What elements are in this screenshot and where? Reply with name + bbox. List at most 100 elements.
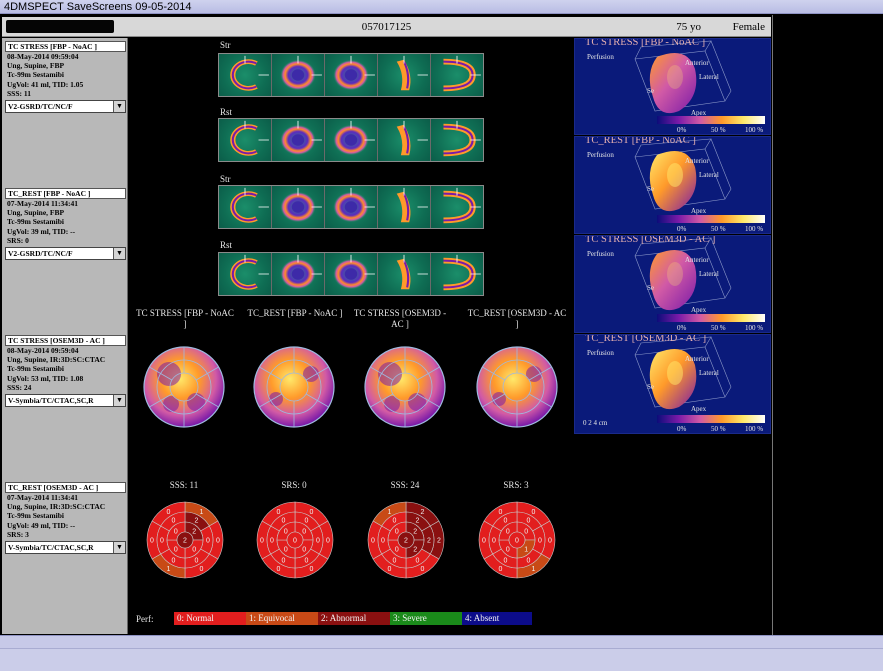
score-label: SSS: 24 (390, 480, 420, 490)
dropdown-arrow-icon[interactable]: ▼ (113, 101, 125, 113)
segment-score: 2 (192, 528, 196, 535)
dataset-label[interactable]: TC_REST [OSEM3D - AC ] (5, 482, 126, 493)
tomographic-slice[interactable] (431, 186, 483, 228)
patient-id: 057017125 (361, 21, 412, 33)
patient-header: 057017125 75 yo Female (2, 17, 771, 37)
segment-score: 2 (416, 518, 420, 525)
septal-label: Se (647, 383, 654, 391)
tomographic-slice[interactable] (325, 253, 378, 295)
slice-image (333, 120, 375, 156)
database-select[interactable]: V-Symbia/TC/CTAC,SC,R ▼ (5, 394, 126, 408)
tomographic-slice[interactable] (219, 54, 272, 96)
anterior-label: Anterior (685, 355, 709, 363)
septal-label: Se (647, 185, 654, 193)
perfusion-polar-map[interactable] (141, 344, 227, 430)
3d-view-rest-fbp[interactable]: TC_REST [FBP - NoAC ] Perfusion Anterior… (574, 136, 771, 234)
segment-score: 0 (310, 509, 314, 516)
segment-score: 0 (282, 557, 286, 564)
dataset-label[interactable]: TC_REST [FBP - NoAC ] (5, 188, 126, 199)
segment-score-map[interactable]: 00100000000001000 (477, 500, 557, 580)
tomographic-slice[interactable] (272, 119, 325, 161)
dropdown-arrow-icon[interactable]: ▼ (113, 395, 125, 407)
tomographic-slice[interactable] (219, 253, 272, 295)
tomographic-slice[interactable] (378, 186, 431, 228)
tomographic-slice[interactable] (431, 253, 483, 295)
dataset-card-rest-fbp: TC_REST [FBP - NoAC ] 07-May-2014 11:34:… (5, 188, 126, 261)
segment-score: 1 (388, 509, 392, 516)
window-title-bar: 4DMSPECT SaveScreens 09-05-2014 (0, 0, 883, 14)
tomographic-slice[interactable] (219, 119, 272, 161)
colorbar (657, 415, 765, 423)
tomographic-slice[interactable] (431, 54, 483, 96)
3d-view-stress-osem[interactable]: TC STRESS [OSEM3D - AC ] Perfusion Anter… (574, 235, 771, 333)
segment-score: 0 (527, 518, 531, 525)
segment-score: 2 (427, 538, 431, 545)
tomographic-slice[interactable] (431, 119, 483, 161)
dropdown-arrow-icon[interactable]: ▼ (113, 248, 125, 260)
slice-row-stress-2[interactable] (218, 185, 484, 229)
dataset-label[interactable]: TC STRESS [FBP - NoAC ] (5, 41, 126, 52)
tomographic-slice[interactable] (325, 186, 378, 228)
slice-image (443, 55, 481, 92)
segment-score: 0 (326, 538, 330, 545)
segment-score-map[interactable]: 10010020000020002 (145, 500, 225, 580)
score-label: SRS: 3 (503, 480, 529, 490)
legend-label: Perf: (136, 613, 154, 624)
database-select[interactable]: V2-GSRD/TC/NC/F ▼ (5, 100, 126, 114)
3d-panel-title: TC STRESS [FBP - NoAC ] (585, 38, 706, 48)
tomographic-slice[interactable] (272, 186, 325, 228)
slice-row-stress-1[interactable] (218, 53, 484, 97)
tomographic-slice[interactable] (219, 186, 272, 228)
segment-score: 0 (532, 509, 536, 516)
database-select[interactable]: V2-GSRD/TC/NC/F ▼ (5, 247, 126, 261)
slice-image (396, 187, 428, 223)
colorbar-tick: 100 % (745, 225, 764, 233)
segment-score: 0 (506, 547, 510, 554)
slice-row-rest-2[interactable] (218, 252, 484, 296)
perfusion-legend: Perf: 0: Normal 1: Equivocal 2: Abnormal… (128, 612, 532, 625)
segment-score: 0 (381, 538, 385, 545)
perfusion-polar-map[interactable] (251, 344, 337, 430)
slice-row-rest-1[interactable] (218, 118, 484, 162)
tomographic-slice[interactable] (325, 119, 378, 161)
dropdown-arrow-icon[interactable]: ▼ (113, 542, 125, 554)
slice-row-label: Rst (220, 107, 233, 117)
segment-score-map[interactable]: 22000122000022002 (366, 500, 446, 580)
segment-score: 0 (393, 518, 397, 525)
segment-score-map[interactable]: 00000000000000000 (255, 500, 335, 580)
slice-row-label: Str (220, 174, 231, 184)
colorbar-tick: 0% (677, 225, 687, 233)
segment-score: 0 (416, 557, 420, 564)
perfusion-defect (408, 393, 426, 411)
tomographic-slice[interactable] (378, 119, 431, 161)
segment-score: 0 (172, 518, 176, 525)
dataset-label[interactable]: TC STRESS [OSEM3D - AC ] (5, 335, 126, 346)
slice-image (443, 187, 481, 224)
colorbar-tick: 100 % (745, 425, 764, 433)
tomographic-slice[interactable] (272, 54, 325, 96)
slice-row-label: Str (220, 40, 231, 50)
polar-title-stress-fbp: TC STRESS [FBP - NoAC ] (136, 308, 234, 329)
3d-view-stress-fbp[interactable]: TC STRESS [FBP - NoAC ] Perfusion Anteri… (574, 38, 771, 135)
highlight (667, 65, 683, 89)
slice-image (230, 187, 269, 223)
slice-image (230, 55, 269, 91)
segment-score: 0 (524, 528, 528, 535)
patient-age: 75 yo (676, 21, 701, 33)
tomographic-slice[interactable] (325, 54, 378, 96)
tomographic-slice[interactable] (378, 253, 431, 295)
3d-view-rest-osem[interactable]: TC_REST [OSEM3D - AC ] Perfusion Anterio… (574, 334, 771, 434)
tomographic-slice[interactable] (272, 253, 325, 295)
segment-score: 0 (305, 518, 309, 525)
slice-image (443, 120, 481, 157)
segment-score: 0 (282, 518, 286, 525)
database-select[interactable]: V-Symbia/TC/CTAC,SC,R ▼ (5, 541, 126, 555)
tomographic-slice[interactable] (378, 54, 431, 96)
perfusion-polar-map[interactable] (474, 344, 560, 430)
colorbar (657, 215, 765, 223)
segment-score: 0 (310, 566, 314, 573)
anterior-label: Anterior (685, 256, 709, 264)
segment-score: 0 (504, 557, 508, 564)
perfusion-polar-map[interactable] (362, 344, 448, 430)
segment-score: 0 (393, 557, 397, 564)
